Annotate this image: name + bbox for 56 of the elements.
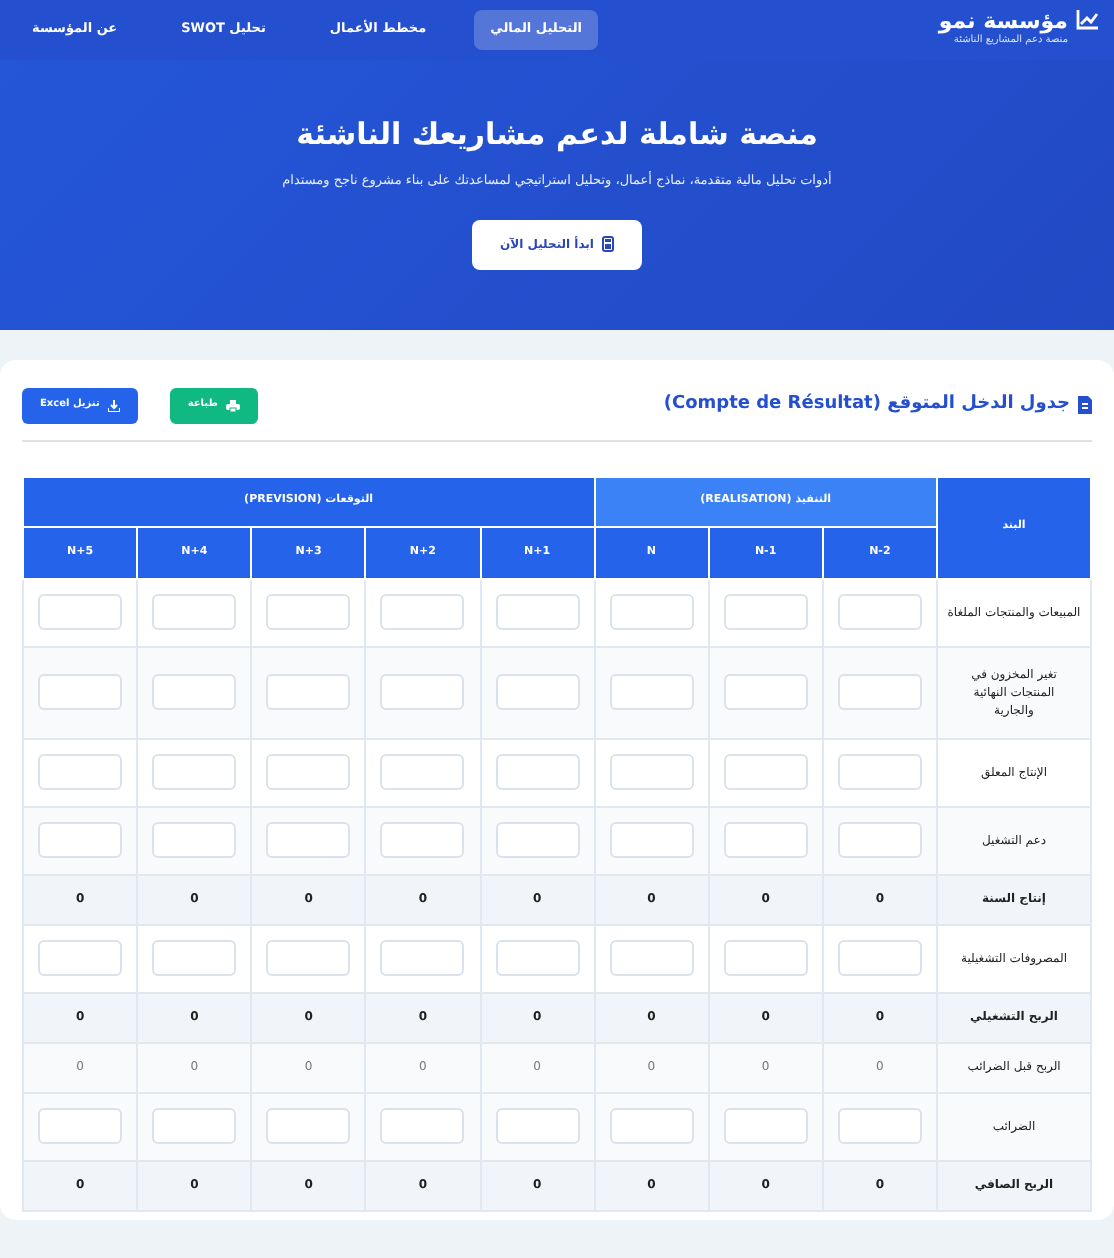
input-field[interactable] — [38, 940, 123, 976]
input-field[interactable] — [266, 940, 351, 976]
input-field[interactable] — [152, 822, 237, 858]
input-field[interactable] — [495, 754, 580, 790]
input-field[interactable] — [495, 822, 580, 858]
input-field[interactable] — [266, 674, 351, 710]
input-field[interactable] — [266, 1108, 351, 1144]
input-field[interactable] — [837, 1108, 922, 1144]
input-field[interactable] — [837, 754, 922, 790]
input-field[interactable] — [38, 594, 123, 630]
input-field[interactable] — [38, 674, 123, 710]
input-field[interactable] — [266, 754, 351, 790]
input-field[interactable] — [152, 594, 237, 630]
input-field[interactable] — [837, 822, 922, 858]
input-field[interactable] — [723, 940, 808, 976]
input-field[interactable] — [723, 594, 808, 630]
card-title: جدول الدخل المتوقع (Compte de Résultat) — [663, 392, 1070, 418]
input-field[interactable] — [380, 674, 465, 710]
input-field[interactable] — [266, 594, 351, 630]
input-field[interactable] — [380, 1108, 465, 1144]
input-field[interactable] — [380, 594, 465, 630]
input-field[interactable] — [266, 822, 351, 858]
calculator-icon — [602, 236, 614, 253]
input-field[interactable] — [495, 594, 580, 630]
input-field[interactable] — [609, 594, 694, 630]
input-field[interactable] — [38, 1108, 123, 1144]
input-field[interactable] — [609, 674, 694, 710]
hero-title: منصة شاملة لدعم مشاريعك الناشئة — [294, 116, 820, 152]
input-field[interactable] — [609, 822, 694, 858]
input-field[interactable] — [152, 674, 237, 710]
input-field[interactable] — [380, 940, 465, 976]
input-field[interactable] — [380, 822, 465, 858]
input-field[interactable] — [609, 940, 694, 976]
input-field[interactable] — [495, 674, 580, 710]
input-field[interactable] — [152, 1108, 237, 1144]
input-field[interactable] — [380, 754, 465, 790]
download-icon — [107, 399, 120, 412]
input-field[interactable] — [609, 754, 694, 790]
input-field[interactable] — [495, 940, 580, 976]
input-field[interactable] — [609, 1108, 694, 1144]
input-field[interactable] — [495, 1108, 580, 1144]
input-field[interactable] — [723, 822, 808, 858]
input-field[interactable] — [837, 940, 922, 976]
chart-line-icon — [1076, 10, 1098, 31]
input-field[interactable] — [38, 822, 123, 858]
input-field[interactable] — [723, 674, 808, 710]
input-field[interactable] — [723, 1108, 808, 1144]
input-field[interactable] — [38, 754, 123, 790]
input-field[interactable] — [837, 674, 922, 710]
input-field[interactable] — [152, 940, 237, 976]
input-field[interactable] — [152, 754, 237, 790]
printer-icon — [225, 399, 240, 412]
file-icon — [1078, 396, 1092, 415]
input-field[interactable] — [837, 594, 922, 630]
brand-name[interactable]: مؤسسة نمو — [938, 10, 1068, 35]
input-field[interactable] — [723, 754, 808, 790]
